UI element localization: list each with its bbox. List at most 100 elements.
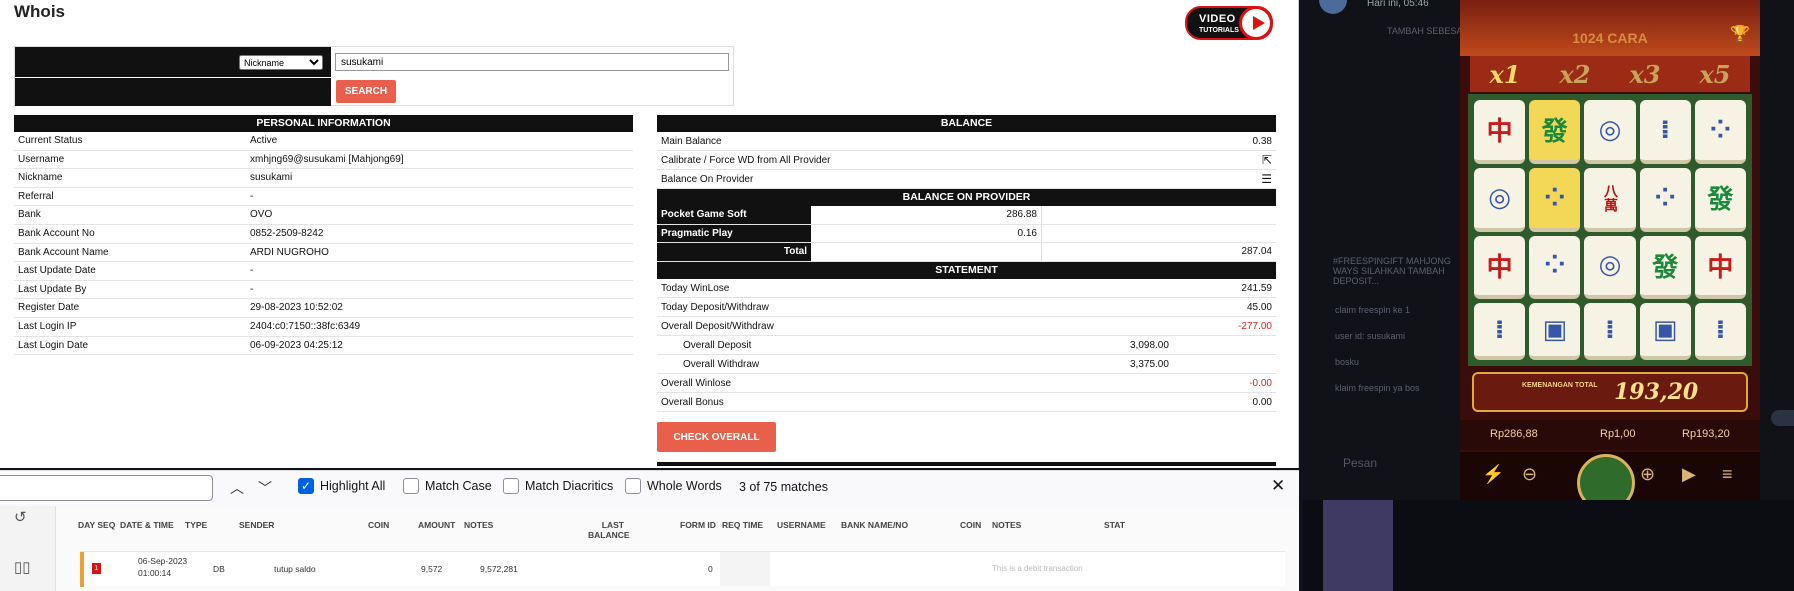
info-row: Bank Account No 0852-2509-8242 [14, 225, 633, 244]
column-header[interactable]: STAT [1104, 520, 1125, 530]
whole-words-checkbox[interactable]: Whole Words [625, 478, 722, 494]
statement-value: -277.00 [1238, 320, 1272, 332]
provider-row: Pragmatic Play 0.16 [657, 224, 1276, 243]
column-header[interactable]: BANK NAME/NO [841, 520, 908, 530]
column-header[interactable]: FORM ID [680, 520, 716, 530]
info-value: - [250, 190, 254, 202]
chat-message: klaim freespin ya bos [1335, 383, 1420, 393]
column-header[interactable]: SENDER [239, 520, 274, 530]
chevron-up-icon[interactable]: ︿ [230, 478, 244, 498]
menu-icon[interactable]: ≡ [1722, 464, 1733, 485]
statement-label: Today Deposit/Withdraw [661, 301, 769, 313]
history-icon[interactable]: ↺ [14, 508, 27, 526]
row-time: 01:00:14 [138, 568, 172, 578]
table-row[interactable]: 1 06-Sep-2023 01:00:14 DB tutup saldo 9,… [80, 551, 1285, 587]
info-row: Username xmhjng69@susukami [Mahjong69] [14, 151, 633, 170]
multiplier-x2: x2 [1559, 59, 1591, 89]
match-count: 3 of 75 matches [739, 480, 828, 494]
personal-information-rows: Current Status Active Username xmhjng69@sus… [14, 132, 633, 356]
calibrate-row: Calibrate / Force WD from All Provider ⇱ [657, 151, 1276, 170]
avatar [1319, 0, 1347, 14]
mahjong-tile: ⁞ [1474, 303, 1526, 360]
match-case-checkbox[interactable]: Match Case [403, 478, 492, 494]
column-header[interactable]: DAY SEQ [78, 520, 115, 530]
provider-value: 0.16 [811, 224, 1042, 242]
game-top-bar [1460, 0, 1760, 56]
column-header[interactable]: USERNAME [777, 520, 826, 530]
mahjong-tile: 發 [1639, 235, 1691, 300]
minus-icon[interactable]: ⊖ [1522, 464, 1537, 485]
info-label: Username [18, 153, 65, 165]
message-input[interactable]: Pesan [1343, 456, 1377, 470]
search-input[interactable] [335, 53, 729, 71]
transaction-table-area: ↺ ▯▯ DAY SEQ DATE & TIME TYPE SENDER COIN AMO… [0, 506, 1299, 591]
highlight-all-checkbox[interactable]: ✓ Highlight All [298, 478, 385, 494]
reel-board: 中發 ◎ ⁞ ⁘ ◎ ⁘ 八萬 ⁘ 發中 ⁘ ◎ 發中 ⁞ ▣ ⁞ ▣ ⁞ [1468, 94, 1752, 366]
reader-icon[interactable]: ▯▯ [14, 558, 31, 576]
turbo-icon[interactable]: ⚡ [1482, 464, 1504, 485]
search-type-select[interactable]: Nickname [239, 55, 323, 70]
column-header[interactable]: AMOUNT [418, 520, 455, 530]
close-icon[interactable]: ✕ [1271, 476, 1285, 496]
row-note: This is a debit transaction [992, 564, 1083, 573]
main-balance-row: Main Balance 0.38 [657, 132, 1276, 151]
play-icon [1239, 6, 1273, 40]
balance-header: BALANCE [657, 115, 1276, 132]
video-tutorials-button[interactable]: VIDEO TUTORIALS [1185, 6, 1273, 40]
match-case-label: Match Case [425, 479, 492, 493]
plus-icon[interactable]: ⊕ [1640, 464, 1655, 485]
info-row: Bank Account Name ARDI NUGROHO [14, 244, 633, 263]
chevron-down-icon[interactable]: ﹀ [258, 478, 272, 498]
row-empty-cell [720, 552, 770, 586]
balance-panel: BALANCE Main Balance 0.38 Calibrate / Fo… [657, 115, 1276, 466]
provider-value: 286.88 [811, 206, 1042, 224]
mahjong-tile: ⁞ [1639, 100, 1691, 164]
list-icon[interactable]: ☰ [1261, 173, 1272, 185]
balance-on-provider-header: BALANCE ON PROVIDER [657, 189, 1276, 206]
find-bar: ︿ ﹀ ✓ Highlight All Match Case Match Diac… [0, 470, 1299, 506]
column-header[interactable]: TYPE [185, 520, 207, 530]
dark-background [1303, 500, 1794, 591]
column-header[interactable]: DATE & TIME [120, 520, 174, 530]
info-row: Current Status Active [14, 132, 633, 151]
info-value: 0852-2509-8242 [250, 227, 324, 239]
mahjong-tile: ⁞ [1694, 303, 1746, 360]
row-type: DB [213, 564, 225, 574]
check-overall-button[interactable]: CHECK OVERALL [657, 422, 776, 452]
page-title: Whois [14, 2, 65, 21]
mahjong-tile: 八萬 [1584, 167, 1636, 232]
balance-on-provider-label: Balance On Provider [661, 174, 754, 185]
statement-row: Overall Bonus 0.00 [657, 393, 1276, 412]
column-header[interactable]: REQ TIME [722, 520, 763, 530]
total-win-label: KEMENANGAN TOTAL [1522, 382, 1598, 389]
search-button[interactable]: SEARCH [336, 80, 396, 103]
column-header[interactable]: NOTES [992, 520, 1021, 530]
mahjong-tile: 中 [1474, 100, 1526, 164]
autoplay-icon[interactable]: ▶ [1682, 464, 1696, 485]
column-header[interactable]: COIN [960, 520, 981, 530]
match-diacritics-checkbox[interactable]: Match Diacritics [503, 478, 613, 494]
info-value: OVO [250, 209, 273, 221]
share-icon[interactable]: ⇱ [1262, 154, 1272, 166]
chat-message: claim freespin ke 1 [1335, 305, 1411, 315]
multiplier-x1: x1 [1489, 59, 1521, 89]
slot-game[interactable]: 1024 CARA 🏆 x1 x2 x3 x5 中發 ◎ ⁞ ⁘ ◎ ⁘ 八萬 ⁘ 發中 ⁘ ◎ 發中… [1460, 0, 1760, 500]
info-row: Register Date 29-08-2023 10:52:02 [14, 299, 633, 318]
column-header[interactable]: LAST BALANCE [588, 520, 630, 540]
chat-message: #FREESPINGIFT MAHJONG WAYS SILAHKAN TAMB… [1333, 256, 1451, 286]
info-row: Bank OVO [14, 206, 633, 225]
multiplier-bar: x1 x2 x3 x5 [1470, 56, 1750, 92]
mahjong-tile: ◎ [1474, 167, 1526, 232]
mahjong-tile: ⁘ [1529, 235, 1581, 300]
info-value: 2404:c0:7150::38fc:6349 [250, 320, 361, 332]
statement-label: Overall Winlose [661, 377, 732, 389]
find-input[interactable] [0, 475, 213, 501]
total-value: 287.04 [1241, 246, 1272, 257]
statement-value: -0.00 [1249, 377, 1272, 389]
trophy-icon[interactable]: 🏆 [1730, 24, 1750, 44]
provider-name: Pragmatic Play [657, 224, 811, 242]
column-header[interactable]: NOTES [464, 520, 493, 530]
checkbox-icon [403, 478, 419, 494]
chat-window: Hari ini, 05:46 TAMBAH SEBESAR 5000 JIKA… [1303, 0, 1794, 500]
column-header[interactable]: COIN [368, 520, 389, 530]
